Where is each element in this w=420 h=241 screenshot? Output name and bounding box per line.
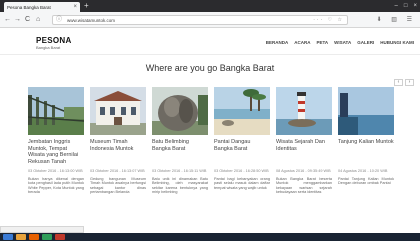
back-icon[interactable]: ← [4, 15, 11, 25]
card-title[interactable]: Batu Belimbing Bangka Barat [152, 139, 208, 167]
destination-carousel: Jembatan Inggris Muntok, Tempat Wisata y… [28, 87, 420, 217]
card-title[interactable]: Museum Timah Indonesia Muntok [90, 139, 146, 167]
destination-card[interactable]: Pantai Dangau Bangka Barat 03 Oktober 20… [214, 87, 270, 201]
card-excerpt: Bukan Bangka Barat beserta Muntok mengga… [276, 176, 332, 195]
menu-item-wisata[interactable]: WISATA [334, 40, 351, 45]
site-logo[interactable]: PESONA Bangka Barat [36, 36, 72, 50]
destination-card[interactable]: Jembatan Inggris Muntok, Tempat Wisata y… [28, 87, 84, 201]
card-date: 08 Agustus 2016 - 09:35:49 WIB [276, 169, 331, 173]
main-menu: BERANDA ACARA PETA WISATA GALERI HUBUNGI… [266, 40, 414, 45]
museum-photo [90, 87, 146, 135]
url-text[interactable]: www.wisatamuntok.com [67, 16, 115, 25]
card-image-beach[interactable] [214, 87, 270, 135]
carousel-next-icon[interactable]: › [405, 79, 414, 86]
new-tab-icon[interactable]: + [84, 1, 89, 11]
rock-photo [152, 87, 208, 135]
card-image-coast[interactable] [338, 87, 394, 135]
card-excerpt: Batu unik ini dinamakan Batu Belimbing, … [152, 176, 208, 195]
bridge-photo [28, 87, 84, 135]
card-date: 03 Oktober 2016 - 16:13:07 WIB [90, 169, 145, 173]
menu-item-beranda[interactable]: BERANDA [266, 40, 289, 45]
card-date: 03 Oktober 2016 - 16:28:50 WIB [214, 169, 269, 173]
app-icon[interactable] [55, 234, 65, 240]
destination-card[interactable]: Tanjung Kalian Muntok 04 Agustus 2016 - … [338, 87, 394, 201]
logo-title: PESONA [36, 36, 72, 45]
card-image-lighthouse[interactable] [276, 87, 332, 135]
card-title[interactable]: Jembatan Inggris Muntok, Tempat Wisata y… [28, 139, 84, 167]
menu-item-acara[interactable]: ACARA [294, 40, 310, 45]
destination-card[interactable]: Museum Timah Indonesia Muntok 03 Oktober… [90, 87, 146, 201]
browser-nav-bar: ← → C ⌂ ⓘ www.wisatamuntok.com ··· ♡ ☆ ⬇… [0, 12, 420, 28]
info-icon[interactable]: ⓘ [56, 16, 62, 25]
coast-photo [338, 87, 394, 135]
tab-close-icon[interactable]: × [73, 4, 77, 10]
card-excerpt: Gedung bangunan Museum Timah Muntok awal… [90, 176, 146, 195]
card-image-museum[interactable] [90, 87, 146, 135]
home-icon[interactable]: ⌂ [36, 15, 40, 25]
explorer-icon[interactable] [16, 234, 26, 240]
card-excerpt: Pantai Tanjung Kalian Muntok Dengan debu… [338, 176, 394, 186]
minimize-icon[interactable]: – [395, 1, 398, 11]
toolbar-icons[interactable]: ⬇ ▥ ☰ [377, 15, 416, 25]
card-image-rock[interactable] [152, 87, 208, 135]
card-title[interactable]: Wisata Sejarah Dan Identitas [276, 139, 332, 167]
card-excerpt: Bukan hanya dikenal dengan kota penghasi… [28, 176, 84, 195]
card-date: 03 Oktober 2016 - 16:13:00 WIB [28, 169, 83, 173]
status-bar: Transferring data from www.youtube.com..… [0, 226, 85, 241]
start-icon[interactable] [3, 234, 13, 240]
card-title[interactable]: Tanjung Kalian Muntok [338, 139, 394, 167]
beach-photo [214, 87, 270, 135]
reload-icon[interactable]: C [25, 15, 30, 25]
carousel-prev-icon[interactable]: ‹ [394, 79, 403, 86]
section-title: Where are you go Bangka Barat [145, 63, 275, 73]
browser-tab-bar: Pesona Bangka Barat × + – □ × [0, 0, 420, 12]
destination-card[interactable]: Batu Belimbing Bangka Barat 03 Oktober 2… [152, 87, 208, 201]
menu-item-galeri[interactable]: GALERI [357, 40, 374, 45]
tab-title: Pesona Bangka Barat [7, 4, 51, 10]
os-taskbar [0, 233, 420, 241]
window-controls: – □ × [395, 1, 417, 11]
page-actions-icon[interactable]: ··· ♡ ☆ [313, 16, 344, 25]
card-image-bridge[interactable] [28, 87, 84, 135]
carousel-controls: ‹ › [394, 79, 414, 86]
close-window-icon[interactable]: × [413, 1, 417, 11]
card-title[interactable]: Pantai Dangau Bangka Barat [214, 139, 270, 167]
address-bar[interactable]: ⓘ www.wisatamuntok.com ··· ♡ ☆ [52, 15, 348, 25]
card-excerpt: Pantai bagi kebanyakan orang pasti selal… [214, 176, 270, 190]
forward-icon[interactable]: → [14, 15, 21, 25]
card-date: 03 Oktober 2016 - 16:15:11 WIB [152, 169, 207, 173]
lighthouse-photo [276, 87, 332, 135]
destination-card[interactable]: Wisata Sejarah Dan Identitas 08 Agustus … [276, 87, 332, 201]
browser-tab[interactable]: Pesona Bangka Barat × [4, 2, 80, 12]
firefox-icon[interactable] [29, 234, 39, 240]
card-date: 04 Agustus 2016 - 10:20 WIB [338, 169, 388, 173]
site-header: PESONA Bangka Barat BERANDA ACARA PETA W… [0, 29, 420, 55]
logo-subtitle: Bangka Barat [36, 45, 61, 50]
menu-item-peta[interactable]: PETA [316, 40, 328, 45]
menu-item-hubungi-kami[interactable]: HUBUNGI KAMI [380, 40, 414, 45]
maximize-icon[interactable]: □ [404, 1, 408, 11]
app-icon[interactable] [42, 234, 52, 240]
